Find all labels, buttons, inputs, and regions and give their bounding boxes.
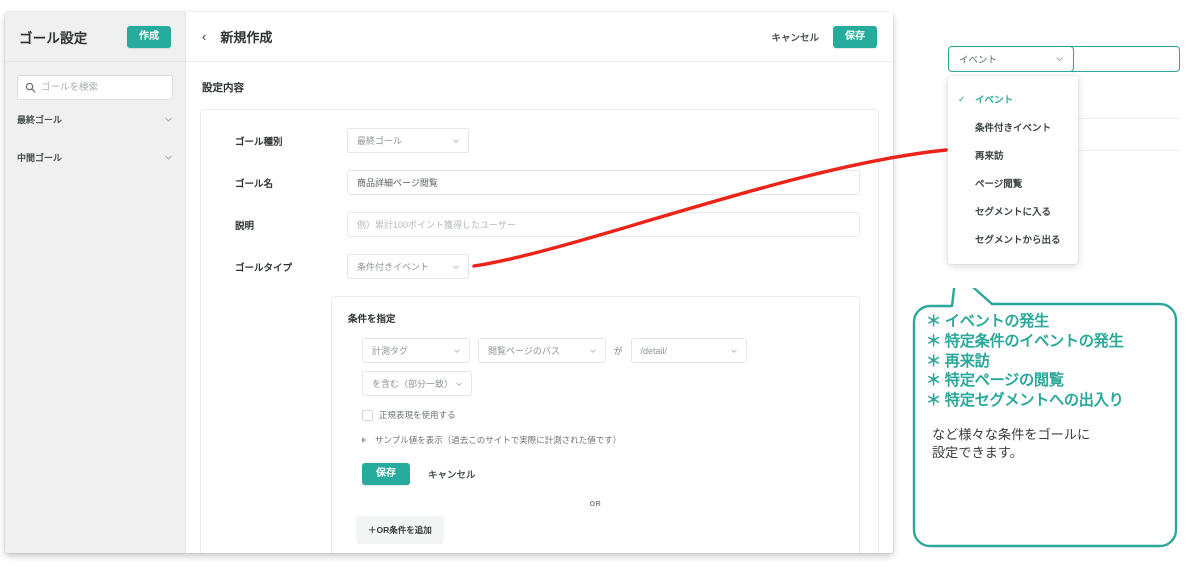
page-title: 新規作成	[220, 30, 273, 45]
callout-note: など様々な条件をゴールに 設定できます。	[932, 426, 1091, 461]
sidebar: ゴール設定 作成 最終ゴール 中間ゴール	[5, 12, 186, 553]
divider	[1064, 118, 1180, 119]
condition-row-match: を含む（部分一致）	[362, 371, 843, 396]
chevron-down-icon	[453, 139, 459, 143]
condition-match-select[interactable]: を含む（部分一致）	[362, 371, 472, 396]
or-separator: OR	[589, 501, 602, 508]
goal-type-dropdown-overlay: イベント ✓ イベント 条件付きイベント 再来訪 ページ閲覧 セグメントに入る …	[948, 46, 1078, 264]
callout-bullet-list: ＊ イベントの発生 ＊ 特定条件のイベントの発生 ＊ 再来訪 ＊ 特定ページの閲…	[926, 312, 1168, 411]
condition-match-value: を含む（部分一致）	[372, 379, 454, 389]
condition-field-select[interactable]: 閲覧ページのパス	[478, 338, 606, 363]
dropdown-item-event[interactable]: ✓ イベント	[948, 85, 1078, 113]
sidebar-item-intermediate-goal[interactable]: 中間ゴール	[17, 138, 173, 176]
save-button[interactable]: 保存	[833, 25, 877, 48]
main-pane: ‹ 新規作成 キャンセル 保存 設定内容 ゴール種別 最終ゴール ゴール名 商品…	[186, 12, 893, 553]
search-input[interactable]	[17, 75, 173, 100]
callout-bubble: ＊ イベントの発生 ＊ 特定条件のイベントの発生 ＊ 再来訪 ＊ 特定ページの閲…	[912, 288, 1178, 548]
check-icon: ✓	[958, 93, 966, 104]
chevron-down-icon	[165, 155, 172, 159]
dropdown-item-conditional-event[interactable]: 条件付きイベント	[948, 113, 1078, 141]
callout-bullet: ＊ 特定ページの閲覧	[926, 372, 1064, 390]
condition-field-value: 閲覧ページのパス	[488, 346, 560, 356]
sidebar-item-label: 中間ゴール	[17, 152, 63, 163]
sample-values-label: サンプル値を表示（過去このサイトで実際に計測された値です）	[375, 435, 622, 445]
regex-checkbox[interactable]	[362, 409, 373, 421]
goal-kind-select[interactable]: 最終ゴール	[347, 128, 469, 153]
dropdown-selected-value: イベント	[959, 55, 998, 66]
dropdown-item-label: セグメントに入る	[975, 207, 1052, 218]
condition-target-value: /detail/	[640, 345, 668, 356]
description-label: 説明	[235, 220, 255, 232]
callout-content: ＊ イベントの発生 ＊ 特定条件のイベントの発生 ＊ 再来訪 ＊ 特定ページの閲…	[926, 312, 1168, 463]
dropdown-item-enter-segment[interactable]: セグメントに入る	[948, 197, 1078, 225]
dropdown-item-label: セグメントから出る	[975, 235, 1061, 246]
header-actions: キャンセル 保存	[771, 25, 877, 48]
dropdown-item-label: ページ閲覧	[975, 179, 1023, 190]
main-header: ‹ 新規作成 キャンセル 保存	[186, 12, 893, 62]
goal-name-input[interactable]	[347, 170, 860, 195]
app-window: ゴール設定 作成 最終ゴール 中間ゴール ‹ 新規作成	[5, 12, 893, 553]
chevron-down-icon	[1056, 57, 1063, 61]
sidebar-title: ゴール設定	[19, 30, 88, 46]
dropdown-item-exit-segment[interactable]: セグメントから出る	[948, 225, 1078, 253]
goal-type-value: 条件付きイベント	[357, 262, 430, 272]
goal-name-label: ゴール名	[235, 178, 274, 190]
callout-bullet: ＊ 再来訪	[926, 352, 990, 370]
goal-kind-label: ゴール種別	[235, 136, 283, 148]
sidebar-item-final-goal[interactable]: 最終ゴール	[17, 100, 173, 138]
chevron-down-icon	[456, 382, 462, 386]
field-goal-type: ゴールタイプ 条件付きイベント	[201, 254, 878, 279]
chevron-down-icon	[165, 117, 172, 121]
back-icon[interactable]: ‹	[202, 30, 206, 43]
callout-bullet: ＊ 特定条件のイベントの発生	[926, 332, 1124, 350]
cancel-button[interactable]: キャンセル	[771, 30, 819, 44]
condition-row-primary: 計測タグ 閲覧ページのパス が /detail/	[362, 338, 843, 363]
chevron-down-icon	[453, 265, 459, 269]
field-description: 説明	[201, 212, 878, 237]
sidebar-header: ゴール設定 作成	[5, 12, 185, 62]
description-input[interactable]	[347, 212, 860, 237]
dropdown-item-label: 再来訪	[975, 151, 1004, 162]
triangle-right-icon	[362, 437, 366, 443]
field-goal-name: ゴール名	[201, 170, 878, 195]
description-input-wrap	[347, 212, 860, 237]
callout-bullet: ＊ 特定セグメントへの出入り	[926, 392, 1124, 409]
regex-label: 正規表現を使用する	[379, 410, 456, 420]
chevron-down-icon	[590, 349, 596, 353]
dropdown-item-revisit[interactable]: 再来訪	[948, 141, 1078, 169]
condition-target-select[interactable]: /detail/	[630, 338, 747, 363]
condition-cancel-button[interactable]: キャンセル	[428, 467, 476, 481]
condition-source-value: 計測タグ	[372, 346, 409, 356]
dropdown-trigger-select[interactable]: イベント	[948, 46, 1074, 72]
regex-checkbox-row[interactable]: 正規表現を使用する	[362, 409, 843, 421]
condition-source-select[interactable]: 計測タグ	[362, 338, 470, 363]
sidebar-item-label: 最終ゴール	[17, 114, 63, 125]
condition-actions: 保存 キャンセル	[362, 463, 843, 485]
condition-ga-label: が	[614, 345, 623, 356]
condition-title: 条件を指定	[348, 314, 396, 325]
add-or-condition-button[interactable]: ＋OR条件を追加	[356, 516, 444, 544]
background-panel-fragment	[1064, 46, 1180, 176]
goal-kind-value: 最終ゴール	[357, 136, 403, 146]
condition-card: 条件を指定 計測タグ 閲覧ページのパス が /detail/ を含む（部分一致）…	[331, 296, 860, 553]
goal-name-input-wrap	[347, 170, 860, 195]
field-goal-kind: ゴール種別 最終ゴール	[201, 128, 878, 153]
divider	[1064, 150, 1180, 151]
chevron-down-icon	[730, 349, 737, 353]
create-goal-button[interactable]: 作成	[127, 25, 171, 48]
dropdown-item-page-view[interactable]: ページ閲覧	[948, 169, 1078, 197]
sidebar-search	[17, 75, 173, 100]
settings-card: ゴール種別 最終ゴール ゴール名 説明	[200, 109, 879, 553]
goal-type-select[interactable]: 条件付きイベント	[347, 254, 469, 279]
dropdown-menu: ✓ イベント 条件付きイベント 再来訪 ページ閲覧 セグメントに入る セグメント…	[948, 76, 1078, 264]
background-select-fragment	[1064, 46, 1180, 72]
chevron-down-icon	[454, 349, 460, 353]
callout-bullet: ＊ イベントの発生	[926, 313, 1050, 330]
goal-type-label: ゴールタイプ	[235, 262, 293, 274]
condition-save-button[interactable]: 保存	[362, 463, 410, 485]
dropdown-item-label: 条件付きイベント	[975, 123, 1052, 134]
section-title: 設定内容	[202, 82, 244, 94]
dropdown-item-label: イベント	[975, 95, 1014, 106]
sample-values-toggle[interactable]: サンプル値を表示（過去このサイトで実際に計測された値です）	[362, 434, 843, 446]
